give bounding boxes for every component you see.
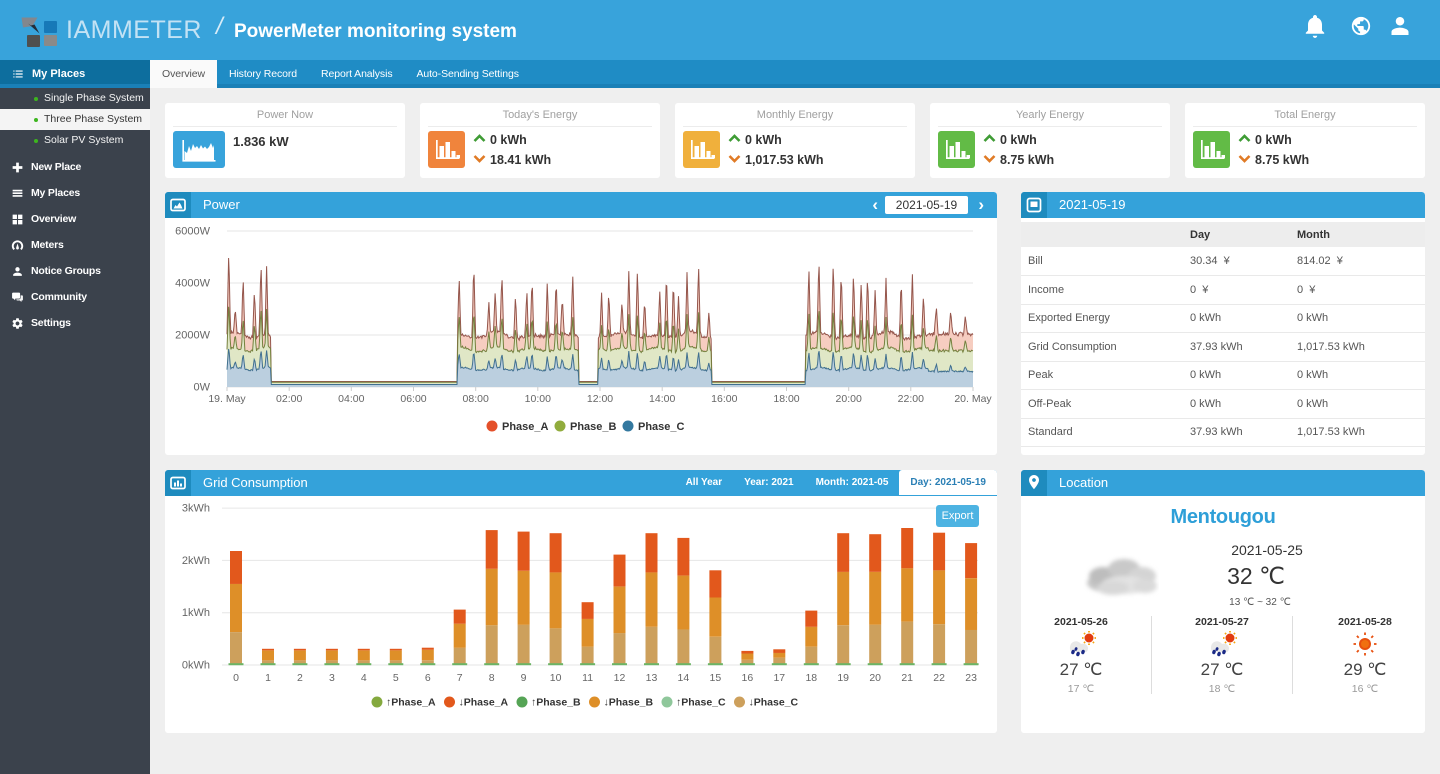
svg-text:5: 5 (393, 672, 399, 684)
svg-text:Phase_A: Phase_A (502, 421, 549, 433)
svg-text:13: 13 (646, 672, 658, 684)
svg-text:02:00: 02:00 (276, 393, 302, 405)
svg-text:20:00: 20:00 (836, 393, 862, 405)
svg-text:18:00: 18:00 (773, 393, 799, 405)
svg-text:16:00: 16:00 (711, 393, 737, 405)
svg-text:19. May: 19. May (208, 393, 246, 405)
svg-text:14: 14 (678, 672, 690, 684)
svg-text:↓Phase_C: ↓Phase_C (749, 697, 799, 709)
svg-text:1kWh: 1kWh (182, 607, 210, 619)
svg-text:19: 19 (837, 672, 849, 684)
svg-text:Phase_C: Phase_C (638, 421, 685, 433)
svg-text:7: 7 (457, 672, 463, 684)
svg-text:0: 0 (233, 672, 239, 684)
svg-text:3: 3 (329, 672, 335, 684)
svg-text:2000W: 2000W (175, 330, 210, 342)
svg-text:0kWh: 0kWh (182, 660, 210, 672)
svg-text:4: 4 (361, 672, 367, 684)
svg-text:10:00: 10:00 (525, 393, 551, 405)
svg-text:18: 18 (805, 672, 817, 684)
svg-text:↓Phase_B: ↓Phase_B (604, 697, 654, 709)
svg-text:12: 12 (614, 672, 626, 684)
svg-text:0W: 0W (194, 382, 211, 394)
svg-text:06:00: 06:00 (400, 393, 426, 405)
svg-text:08:00: 08:00 (463, 393, 489, 405)
svg-text:6000W: 6000W (175, 226, 210, 238)
svg-text:Phase_B: Phase_B (570, 421, 617, 433)
svg-text:14:00: 14:00 (649, 393, 675, 405)
svg-text:12:00: 12:00 (587, 393, 613, 405)
svg-text:↓Phase_A: ↓Phase_A (459, 697, 509, 709)
svg-text:15: 15 (710, 672, 722, 684)
svg-text:↑Phase_C: ↑Phase_C (676, 697, 726, 709)
svg-text:11: 11 (582, 672, 593, 684)
svg-text:9: 9 (521, 672, 527, 684)
svg-text:23: 23 (965, 672, 977, 684)
svg-text:10: 10 (550, 672, 562, 684)
svg-text:21: 21 (901, 672, 913, 684)
svg-text:3kWh: 3kWh (182, 503, 210, 515)
svg-text:8: 8 (489, 672, 495, 684)
svg-text:22:00: 22:00 (898, 393, 924, 405)
svg-text:↑Phase_B: ↑Phase_B (531, 697, 581, 709)
svg-text:2: 2 (297, 672, 303, 684)
svg-text:22: 22 (933, 672, 945, 684)
svg-text:6: 6 (425, 672, 431, 684)
svg-text:↑Phase_A: ↑Phase_A (386, 697, 436, 709)
svg-text:04:00: 04:00 (338, 393, 364, 405)
svg-text:17: 17 (773, 672, 785, 684)
svg-text:4000W: 4000W (175, 278, 210, 290)
svg-text:20. May: 20. May (954, 393, 992, 405)
svg-text:16: 16 (742, 672, 754, 684)
svg-text:20: 20 (869, 672, 881, 684)
svg-text:2kWh: 2kWh (182, 555, 210, 567)
svg-text:1: 1 (265, 672, 271, 684)
